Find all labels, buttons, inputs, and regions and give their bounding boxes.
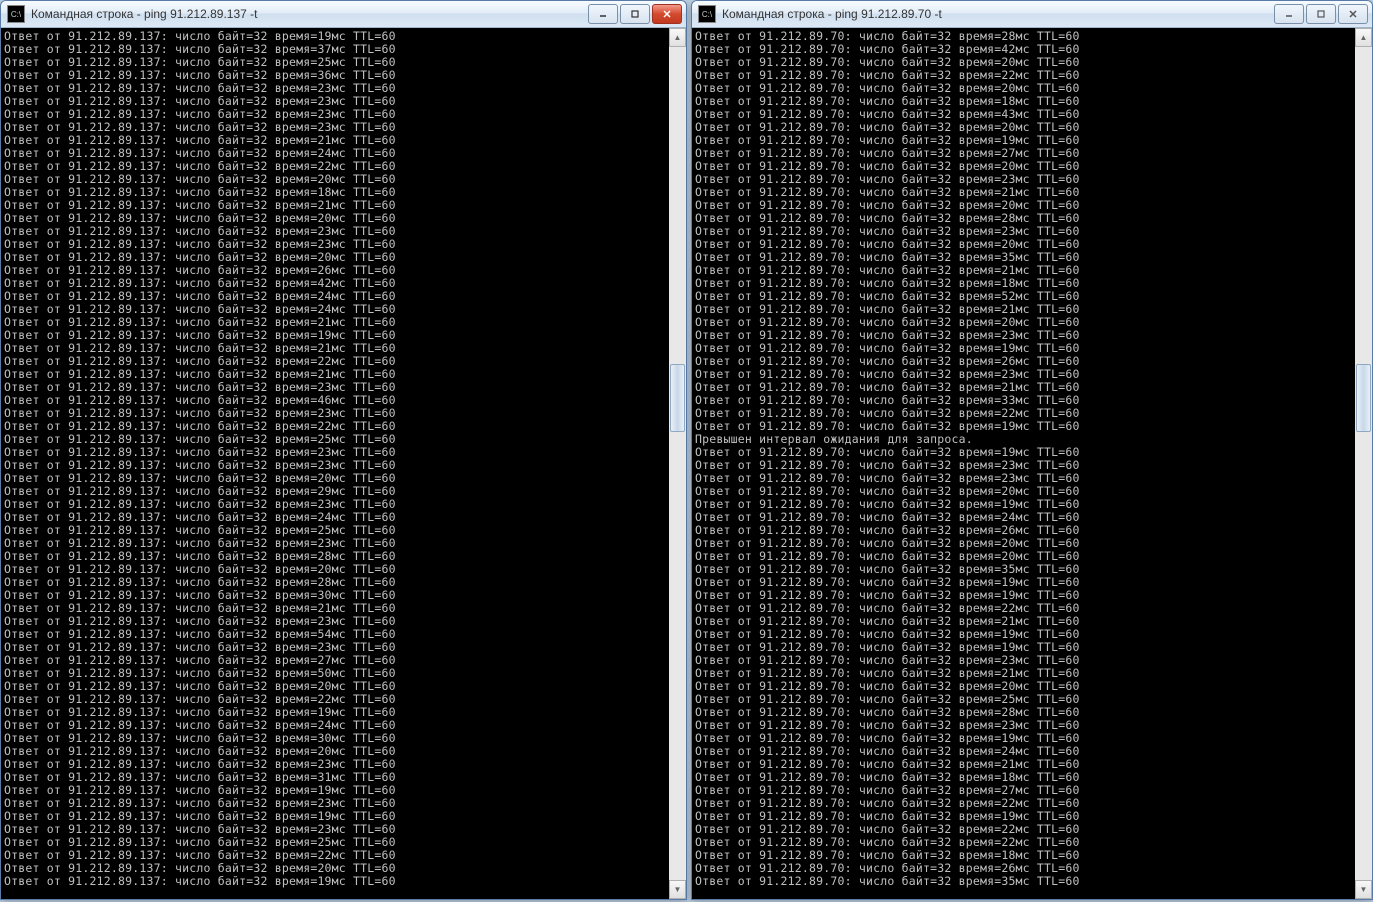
close-button[interactable]: [652, 4, 682, 24]
console-area: Ответ от 91.212.89.70: число байт=32 вре…: [692, 28, 1372, 899]
cmd-icon: C:\: [7, 5, 25, 23]
cmd-icon: C:\: [698, 5, 716, 23]
maximize-button[interactable]: [620, 4, 650, 24]
cmd-window-left: C:\ Командная строка - ping 91.212.89.13…: [0, 0, 687, 900]
scroll-up-button[interactable]: ▲: [1355, 28, 1372, 47]
console-output[interactable]: Ответ от 91.212.89.137: число байт=32 вр…: [1, 28, 669, 899]
titlebar[interactable]: C:\ Командная строка - ping 91.212.89.13…: [1, 1, 686, 28]
close-button[interactable]: [1338, 4, 1368, 24]
minimize-button[interactable]: [1274, 4, 1304, 24]
scroll-down-button[interactable]: ▼: [669, 880, 686, 899]
window-controls: [1274, 4, 1368, 24]
scroll-track[interactable]: [669, 47, 686, 880]
scrollbar: ▲ ▼: [669, 28, 686, 899]
scroll-up-button[interactable]: ▲: [669, 28, 686, 47]
window-title: Командная строка - ping 91.212.89.137 -t: [31, 7, 588, 21]
scrollbar: ▲ ▼: [1355, 28, 1372, 899]
scroll-thumb[interactable]: [1356, 364, 1371, 433]
scroll-track[interactable]: [1355, 47, 1372, 880]
scroll-thumb[interactable]: [670, 364, 685, 433]
window-controls: [588, 4, 682, 24]
minimize-button[interactable]: [588, 4, 618, 24]
maximize-button[interactable]: [1306, 4, 1336, 24]
titlebar[interactable]: C:\ Командная строка - ping 91.212.89.70…: [692, 1, 1372, 28]
console-output[interactable]: Ответ от 91.212.89.70: число байт=32 вре…: [692, 28, 1355, 899]
scroll-down-button[interactable]: ▼: [1355, 880, 1372, 899]
window-title: Командная строка - ping 91.212.89.70 -t: [722, 7, 1274, 21]
console-area: Ответ от 91.212.89.137: число байт=32 вр…: [1, 28, 686, 899]
cmd-window-right: C:\ Командная строка - ping 91.212.89.70…: [691, 0, 1373, 900]
